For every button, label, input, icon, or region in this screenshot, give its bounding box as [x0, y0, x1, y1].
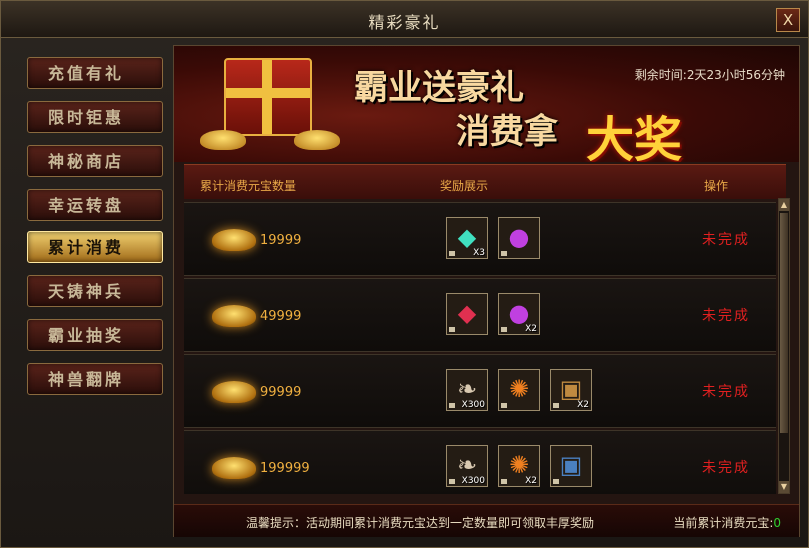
table-row: 99999 ❧ X300 ✺ ▣ X2 未完成	[184, 354, 776, 428]
current-spend-value: 0	[773, 516, 781, 530]
banner-slogan-big: 大奖	[586, 112, 683, 162]
row-status[interactable]: 未完成	[702, 381, 750, 401]
gift-box-icon	[224, 58, 312, 136]
lock-icon	[501, 403, 507, 408]
sidebar-item-cumulative-spend[interactable]: 累计消费	[27, 231, 163, 263]
sidebar-item-limited-sale[interactable]: 限时钜惠	[27, 101, 163, 133]
lock-icon	[501, 479, 507, 484]
footer-bar: 温馨提示：活动期间累计消费元宝达到一定数量即可领取丰厚奖励 当前累计消费元宝:0	[174, 504, 799, 537]
gold-ingot-icon	[212, 229, 256, 251]
treasure-chest-icon[interactable]: ▣ X2	[550, 369, 592, 411]
fire-orb-icon[interactable]: ✺ X2	[498, 445, 540, 487]
item-qty: X300	[461, 476, 485, 486]
row-status[interactable]: 未完成	[702, 305, 750, 325]
blue-chest-icon[interactable]: ▣	[550, 445, 592, 487]
header-action: 操作	[704, 179, 729, 193]
countdown-value: 2天23小时56分钟	[686, 68, 785, 82]
sidebar-item-lottery[interactable]: 霸业抽奖	[27, 319, 163, 351]
lock-icon	[501, 251, 507, 256]
table-row: 49999 ◆ ● X2 未完成	[184, 278, 776, 352]
item-qty: X2	[525, 324, 537, 334]
sidebar-item-card-flip[interactable]: 神兽翻牌	[27, 363, 163, 395]
item-qty: X2	[525, 476, 537, 486]
row-status[interactable]: 未完成	[702, 229, 750, 249]
reward-list: 19999 ◆ X3 ● 未完成 49999 ◆ ● X2 未完成 99999 …	[184, 198, 776, 494]
row-amount: 19999	[260, 233, 302, 248]
feather-icon[interactable]: ❧ X300	[446, 445, 488, 487]
row-amount: 99999	[260, 385, 302, 400]
item-qty: X2	[577, 400, 589, 410]
lock-icon	[553, 403, 559, 408]
scroll-thumb[interactable]	[780, 213, 788, 433]
table-header: 累计消费元宝数量 奖励展示 操作	[184, 164, 786, 199]
lock-icon	[449, 403, 455, 408]
main-panel: 霸业送豪礼 消费拿 大奖 剩余时间:2天23小时56分钟 累计消费元宝数量 奖励…	[173, 45, 800, 537]
table-row: 19999 ◆ X3 ● 未完成	[184, 202, 776, 276]
lock-icon	[449, 479, 455, 484]
scroll-down-icon[interactable]: ▼	[779, 481, 789, 493]
current-spend-label: 当前累计消费元宝:	[673, 516, 774, 530]
gold-ingot-icon	[200, 130, 246, 150]
banner-slogan-line2: 消费拿	[456, 112, 558, 152]
title-bar: 精彩豪礼 X	[1, 1, 808, 38]
scrollbar[interactable]: ▲ ▼	[778, 198, 790, 494]
gold-ingot-icon	[212, 457, 256, 479]
row-amount: 199999	[260, 461, 310, 476]
purple-orb-icon[interactable]: ● X2	[498, 293, 540, 335]
item-qty: X300	[461, 400, 485, 410]
window-title: 精彩豪礼	[368, 13, 441, 32]
sidebar-item-recharge[interactable]: 充值有礼	[27, 57, 163, 89]
header-amount: 累计消费元宝数量	[200, 179, 297, 193]
sidebar-item-lucky-wheel[interactable]: 幸运转盘	[27, 189, 163, 221]
sidebar-item-mystery-shop[interactable]: 神秘商店	[27, 145, 163, 177]
item-qty: X3	[473, 248, 485, 258]
header-rewards: 奖励展示	[440, 179, 489, 193]
fire-orb-icon[interactable]: ✺	[498, 369, 540, 411]
table-row: 199999 ❧ X300 ✺ X2 ▣ 未完成	[184, 430, 776, 494]
sidebar-item-forge-weapon[interactable]: 天铸神兵	[27, 275, 163, 307]
countdown: 剩余时间:2天23小时56分钟	[635, 66, 785, 83]
gold-ingot-icon	[212, 305, 256, 327]
countdown-label: 剩余时间:	[634, 68, 687, 82]
close-button[interactable]: X	[776, 8, 800, 32]
lock-icon	[501, 327, 507, 332]
scroll-up-icon[interactable]: ▲	[779, 199, 789, 211]
green-crystal-icon[interactable]: ◆ X3	[446, 217, 488, 259]
row-amount: 49999	[260, 309, 302, 324]
footer-tip: 温馨提示：活动期间累计消费元宝达到一定数量即可领取丰厚奖励	[246, 516, 595, 530]
sidebar: 充值有礼 限时钜惠 神秘商店 幸运转盘 累计消费 天铸神兵 霸业抽奖 神兽翻牌	[19, 45, 169, 499]
banner-slogan-line1: 霸业送豪礼	[354, 68, 524, 108]
current-spend: 当前累计消费元宝:0	[673, 514, 781, 531]
lock-icon	[449, 327, 455, 332]
gold-ingot-icon	[212, 381, 256, 403]
gold-ingot-icon	[294, 130, 340, 150]
purple-orb-icon[interactable]: ●	[498, 217, 540, 259]
row-status[interactable]: 未完成	[702, 457, 750, 477]
lock-icon	[553, 479, 559, 484]
lock-icon	[449, 251, 455, 256]
feather-icon[interactable]: ❧ X300	[446, 369, 488, 411]
activity-window: 精彩豪礼 X 充值有礼 限时钜惠 神秘商店 幸运转盘 累计消费 天铸神兵 霸业抽…	[0, 0, 809, 548]
red-crystal-icon[interactable]: ◆	[446, 293, 488, 335]
event-banner: 霸业送豪礼 消费拿 大奖 剩余时间:2天23小时56分钟	[174, 46, 799, 162]
